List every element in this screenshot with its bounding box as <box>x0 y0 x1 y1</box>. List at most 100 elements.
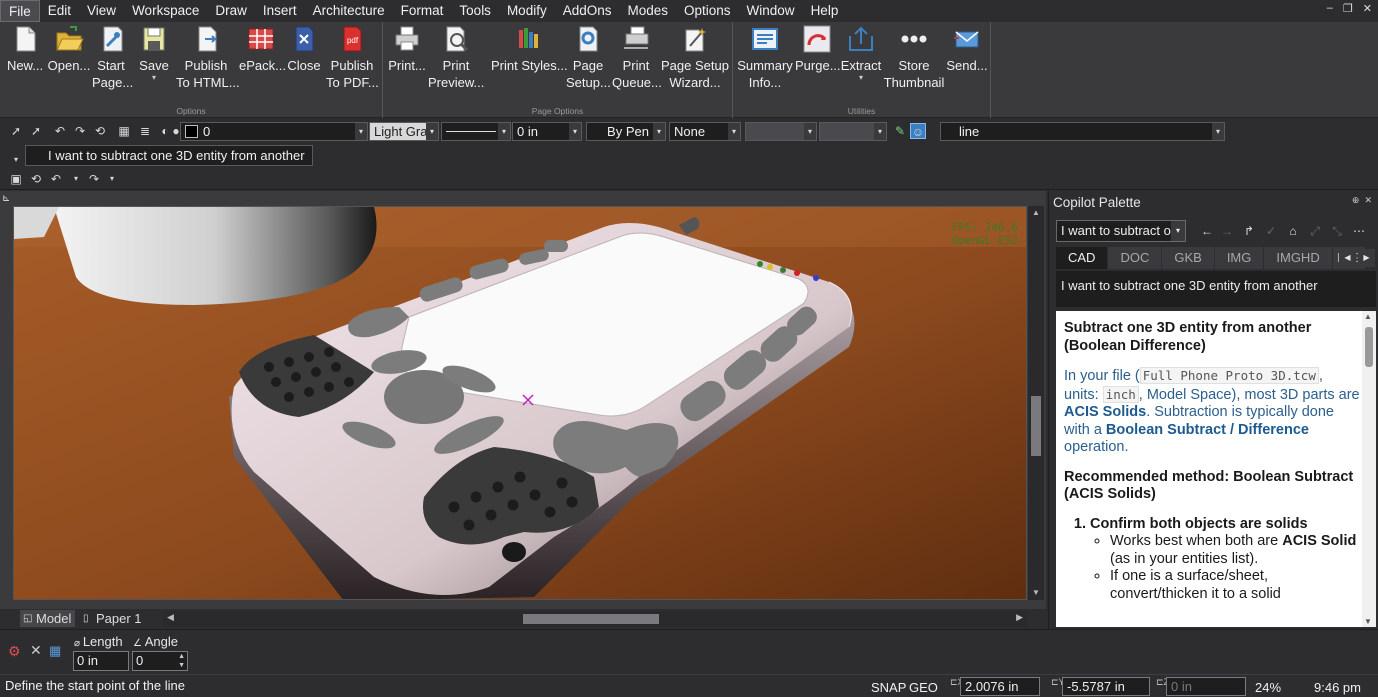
menu-window[interactable]: Window <box>739 0 803 22</box>
extract-button[interactable]: Extract ▾ <box>840 24 882 82</box>
scroll-left-icon[interactable]: ◀ <box>167 612 174 623</box>
save-small-icon[interactable]: ▣ <box>8 171 24 187</box>
scroll-thumb[interactable] <box>1365 327 1373 367</box>
menu-modify[interactable]: Modify <box>499 0 555 22</box>
back-icon[interactable]: ← <box>1199 224 1215 238</box>
copilot-toggle-icon[interactable]: ☺ <box>910 123 926 139</box>
lasso-icon[interactable]: ⟲ <box>92 123 108 139</box>
undo-icon[interactable]: ↶ <box>52 123 68 139</box>
angle-stepper[interactable]: ▲ ▼ <box>178 652 185 670</box>
redo-icon[interactable]: ↷ <box>86 171 102 187</box>
menu-tools[interactable]: Tools <box>451 0 499 22</box>
purge-button[interactable]: Purge... <box>795 24 841 74</box>
y-coordinate[interactable]: -5.5787 in <box>1062 677 1150 696</box>
pin-icon[interactable]: ⊕ <box>1352 195 1360 205</box>
forward-icon[interactable]: → <box>1219 224 1235 238</box>
restore-icon[interactable]: ❐ <box>1343 2 1353 15</box>
command-select[interactable]: line ▾ <box>940 122 1225 141</box>
open-button[interactable]: Open... <box>47 24 91 74</box>
print-preview-button[interactable]: Print Preview... <box>428 24 484 91</box>
tab-cad[interactable]: CAD <box>1056 247 1109 269</box>
menu-edit[interactable]: Edit <box>40 0 79 22</box>
redo-icon[interactable]: ↷ <box>72 123 88 139</box>
dropdown-arrow-icon[interactable]: ▾ <box>840 74 882 82</box>
menu-view[interactable]: View <box>79 0 124 22</box>
expand-icon[interactable]: ⤢ <box>1307 224 1323 239</box>
store-thumbnail-button[interactable]: Store Thumbnail <box>883 24 945 91</box>
transparency-select[interactable]: ▾ <box>819 122 887 141</box>
print-button[interactable]: Print... <box>387 24 427 74</box>
menu-insert[interactable]: Insert <box>255 0 305 22</box>
copilot-query-select[interactable]: I want to subtract one 3D entity from an… <box>1056 220 1186 242</box>
more-icon[interactable]: ⋯ <box>1351 224 1367 238</box>
page-setup-wizard-button[interactable]: Page Setup Wizard... <box>661 24 729 91</box>
undo-icon[interactable]: ↶ <box>48 171 64 187</box>
zoom-level[interactable]: 24% <box>1255 680 1281 695</box>
menu-format[interactable]: Format <box>393 0 452 22</box>
tab-imghd[interactable]: IMGHD <box>1264 247 1333 269</box>
page-setup-button[interactable]: Page Setup... <box>566 24 611 91</box>
minimize-icon[interactable]: ‒ <box>1327 2 1333 15</box>
check-icon[interactable]: ✓ <box>1263 224 1279 238</box>
menu-file[interactable]: File <box>0 0 40 22</box>
scroll-up-icon[interactable]: ▲ <box>1364 312 1372 321</box>
length-input[interactable]: 0 in <box>73 651 129 671</box>
line-tool-icon[interactable]: ⚙ <box>8 643 21 660</box>
scroll-left-icon[interactable]: ◀ <box>1339 249 1356 267</box>
close-icon[interactable]: ✕ <box>1364 195 1372 205</box>
menu-addons[interactable]: AddOns <box>555 0 620 22</box>
tab-img[interactable]: IMG <box>1214 247 1265 269</box>
tab-paper-1[interactable]: ▯ Paper 1 <box>80 610 146 627</box>
new-button[interactable]: New... <box>5 24 45 74</box>
print-queue-button[interactable]: Print Queue... <box>612 24 662 91</box>
home-icon[interactable]: ⌂ <box>1285 224 1301 238</box>
geo-toggle[interactable]: GEO <box>909 680 938 695</box>
summary-info-button[interactable]: Summary Info... <box>737 24 793 91</box>
close-button[interactable]: Close <box>286 24 322 74</box>
chevron-down-icon[interactable]: ▾ <box>8 152 24 168</box>
scroll-right-icon[interactable]: ▶ <box>1016 612 1023 623</box>
select-arrow-icon[interactable]: ➚ <box>8 123 24 139</box>
scroll-down-icon[interactable]: ▼ <box>1364 617 1372 626</box>
scroll-thumb[interactable] <box>1031 396 1041 456</box>
tab-model[interactable]: ◱ Model <box>20 610 76 627</box>
3d-viewport[interactable]: FPS: 246.6 OpenGL ES2 <box>13 206 1027 600</box>
layer-select[interactable]: 0 ▾ <box>180 122 368 141</box>
viewport-horizontal-scrollbar[interactable]: ◀ ▶ <box>163 611 1027 627</box>
layer-table-icon[interactable]: ▦ <box>116 123 132 139</box>
cancel-icon[interactable]: ✕ <box>30 642 42 659</box>
z-coordinate[interactable]: 0 in <box>1166 677 1246 696</box>
tab-doc[interactable]: DOC <box>1108 247 1163 269</box>
collapse-icon[interactable]: ⤡ <box>1329 224 1345 239</box>
dropdown-arrow-icon[interactable]: ▾ <box>136 74 172 82</box>
start-page-button[interactable]: Start Page... <box>92 24 133 91</box>
publish-pdf-button[interactable]: pdf Publish To PDF... <box>326 24 379 91</box>
menu-help[interactable]: Help <box>803 0 847 22</box>
viewport-vertical-scrollbar[interactable]: ▲ ▼ <box>1028 206 1044 600</box>
print-styles-button[interactable]: Print Styles... <box>491 24 568 74</box>
eyedropper-icon[interactable]: ✎ <box>892 123 908 139</box>
layer-stack-icon[interactable]: ≣ <box>137 123 153 139</box>
answer-scrollbar[interactable]: ▲ ▼ <box>1362 311 1376 627</box>
save-button[interactable]: Save ▾ <box>136 24 172 82</box>
table-icon[interactable]: ▦ <box>49 643 61 659</box>
scroll-up-icon[interactable]: ▲ <box>1028 206 1044 220</box>
x-coordinate[interactable]: 2.0076 in <box>960 677 1040 696</box>
pen-select[interactable]: By Pen ▾ <box>586 122 666 141</box>
menu-architecture[interactable]: Architecture <box>305 0 393 22</box>
scroll-down-icon[interactable]: ▼ <box>1028 586 1044 600</box>
share-icon[interactable]: ↱ <box>1241 224 1257 238</box>
chevron-down-icon[interactable]: ▾ <box>68 171 84 187</box>
tab-gkb[interactable]: GKB <box>1162 247 1215 269</box>
scroll-thumb[interactable] <box>523 614 659 624</box>
menu-modes[interactable]: Modes <box>619 0 676 22</box>
brush-select[interactable]: ▾ <box>745 122 817 141</box>
epack-button[interactable]: ePack... <box>239 24 286 74</box>
select-edit-icon[interactable]: ➚ <box>28 123 44 139</box>
snap-toggle[interactable]: SNAP <box>871 680 906 695</box>
menu-draw[interactable]: Draw <box>207 0 255 22</box>
pattern-select[interactable]: None ▾ <box>669 122 741 141</box>
send-button[interactable]: Send... <box>946 24 988 74</box>
chevron-down-icon[interactable]: ▾ <box>104 171 120 187</box>
close-icon[interactable]: ✕ <box>1363 2 1372 15</box>
